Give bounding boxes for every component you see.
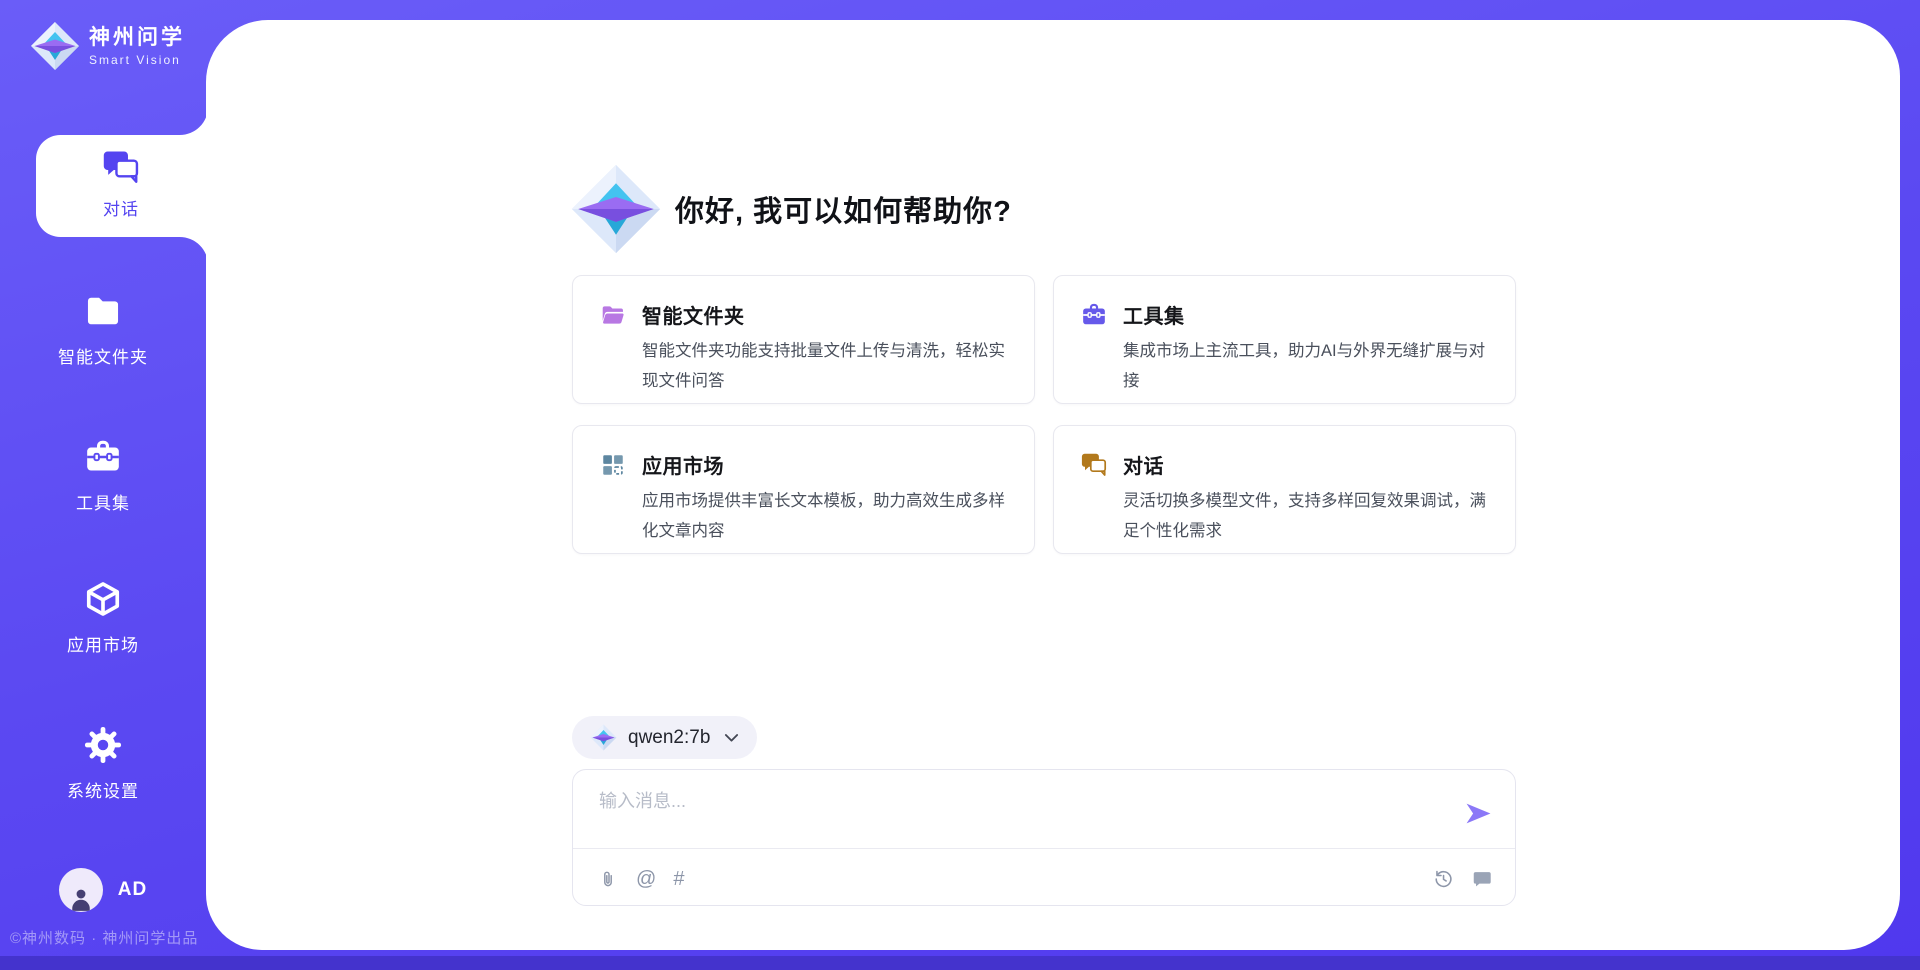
history-icon[interactable] (1432, 868, 1454, 890)
paperclip-icon[interactable] (597, 868, 619, 890)
sidebar-item-toolbox[interactable]: 工具集 (0, 438, 206, 514)
chat-bubbles-icon (101, 149, 141, 186)
chat-bubbles-icon (1080, 452, 1108, 478)
sidebar-item-label: 对话 (103, 195, 139, 220)
composer-divider (573, 848, 1515, 849)
card-smart-folder[interactable]: 智能文件夹 智能文件夹功能支持批量文件上传与清洗，轻松实现文件问答 (572, 275, 1035, 404)
sidebar-item-settings[interactable]: 系统设置 (0, 726, 206, 802)
avatar (59, 868, 103, 912)
card-toolbox[interactable]: 工具集 集成市场上主流工具，助力AI与外界无缝扩展与对接 (1053, 275, 1516, 404)
sidebar-item-smart-folder[interactable]: 智能文件夹 (0, 292, 206, 368)
card-title: 对话 (1123, 450, 1164, 479)
sidebar-item-chat[interactable]: 对话 (36, 133, 206, 235)
sidebar-item-label: 智能文件夹 (58, 343, 148, 368)
mention-icon[interactable]: @ (636, 868, 656, 890)
card-title: 应用市场 (642, 450, 724, 479)
greeting: 你好, 我可以如何帮助你? (570, 163, 1012, 255)
card-title: 智能文件夹 (642, 300, 745, 329)
toolbox-icon (83, 438, 123, 476)
bottom-edge-strip (0, 956, 1920, 970)
card-description: 应用市场提供丰富长文本模板，助力高效生成多样化文章内容 (642, 486, 1008, 546)
brand-subtitle: Smart Vision (89, 53, 185, 67)
sidebar-footer: ©神州数码 · 神州问学出品 (10, 927, 230, 948)
send-icon[interactable] (1465, 801, 1492, 826)
folder-open-icon (599, 302, 627, 328)
cube-icon (83, 580, 123, 618)
diamond-logo-icon (570, 163, 662, 255)
diamond-logo-icon (590, 724, 617, 751)
person-icon (67, 884, 95, 912)
feature-cards: 智能文件夹 智能文件夹功能支持批量文件上传与清洗，轻松实现文件问答 工具集 集成… (572, 275, 1516, 554)
card-title: 工具集 (1123, 300, 1185, 329)
app-grid-icon (599, 452, 627, 478)
sidebar-item-app-market[interactable]: 应用市场 (0, 580, 206, 656)
card-description: 集成市场上主流工具，助力AI与外界无缝扩展与对接 (1123, 336, 1489, 396)
card-description: 智能文件夹功能支持批量文件上传与清洗，轻松实现文件问答 (642, 336, 1008, 396)
chat-square-icon[interactable] (1471, 868, 1493, 890)
greeting-text: 你好, 我可以如何帮助你? (675, 188, 1012, 230)
user-chip[interactable]: AD (0, 868, 206, 912)
gear-icon (83, 726, 123, 764)
card-chat[interactable]: 对话 灵活切换多模型文件，支持多样回复效果调试，满足个性化需求 (1053, 425, 1516, 554)
sidebar-item-label: 应用市场 (67, 631, 139, 656)
card-app-market[interactable]: 应用市场 应用市场提供丰富长文本模板，助力高效生成多样化文章内容 (572, 425, 1035, 554)
brand: 神州问学 Smart Vision (30, 21, 185, 71)
folder-icon (83, 292, 123, 330)
user-initials: AD (118, 879, 147, 901)
main-panel: 你好, 我可以如何帮助你? 智能文件夹 智能文件夹功能支持批量文件上传与清洗，轻… (206, 20, 1900, 950)
card-description: 灵活切换多模型文件，支持多样回复效果调试，满足个性化需求 (1123, 486, 1489, 546)
message-composer: @ # (572, 769, 1516, 906)
diamond-logo-icon (30, 21, 80, 71)
model-selector[interactable]: qwen2:7b (572, 716, 757, 759)
app-root: 神州问学 Smart Vision 对话 智能文件夹 工具集 (0, 0, 1920, 970)
composer-toolbar: @ # (597, 862, 1493, 896)
sidebar-item-label: 工具集 (76, 489, 130, 514)
message-input[interactable] (599, 787, 1439, 839)
sidebar-item-label: 系统设置 (67, 777, 139, 802)
model-name: qwen2:7b (628, 727, 710, 749)
topic-icon[interactable]: # (673, 868, 684, 890)
brand-name: 神州问学 (89, 25, 185, 51)
chevron-down-icon (724, 733, 739, 743)
toolbox-icon (1080, 302, 1108, 328)
